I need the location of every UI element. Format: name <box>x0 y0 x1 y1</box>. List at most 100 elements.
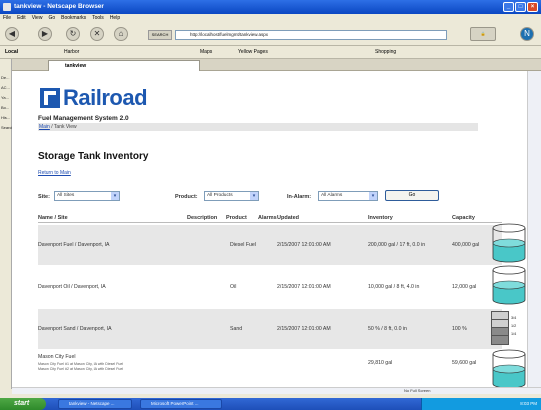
railroad-logo-icon <box>40 88 60 108</box>
alarm-select[interactable]: All Alarms ▾ <box>318 191 378 201</box>
taskbar-item-netscape[interactable]: tankview - Netscape ... <box>58 399 132 409</box>
row-product: Diesel Fuel <box>230 242 256 248</box>
tank-level-icon <box>492 349 526 389</box>
menu-view[interactable]: View <box>32 14 43 23</box>
row-inventory: 10,000 gal / 8 ft, 4.0 in <box>368 284 420 290</box>
toolbar-item-yellow-pages[interactable]: Yellow Pages <box>238 46 268 59</box>
clock: 8:03 PM <box>520 401 537 406</box>
security-center-icon[interactable]: 🔒 <box>470 27 496 41</box>
forward-button[interactable]: ▶ <box>38 27 52 41</box>
row-name[interactable]: Davenport Fuel / Davenport, IA <box>38 242 110 248</box>
sidebar-item-5[interactable]: His... <box>0 113 11 123</box>
menu-edit[interactable]: Edit <box>17 14 26 23</box>
close-button[interactable]: × <box>527 2 538 12</box>
tank-level-icon <box>492 223 526 263</box>
logo-text: Railroad <box>63 85 148 110</box>
alarm-label: In-Alarm: <box>287 194 312 200</box>
gauge-label: 3/4 <box>511 316 517 320</box>
row-product: Sand <box>230 326 243 332</box>
header-divider <box>38 222 502 223</box>
col-header-inventory[interactable]: Inventory <box>368 215 393 221</box>
row-inventory: 29,810 gal <box>368 360 393 366</box>
sidebar-item-3[interactable]: Ya... <box>0 93 11 103</box>
gauge-label: 1/4 <box>511 332 517 336</box>
sidebar-item-1[interactable]: De... <box>0 73 11 83</box>
personal-toolbar: Local Harbor Maps Yellow Pages Shopping <box>0 46 541 59</box>
menu-tools[interactable]: Tools <box>92 14 104 23</box>
breadcrumb-current: / Tank View <box>49 124 77 130</box>
system-tray: 8:03 PM <box>421 398 541 410</box>
title-bar: tankview - Netscape Browser _ □ × <box>0 0 541 14</box>
row-capacity: 400,000 gal <box>452 242 480 248</box>
sidebar: De... AC... Ya... Bo... His... Search <box>0 59 14 389</box>
status-text: No Full Screen <box>404 388 431 393</box>
toolbar-item-maps[interactable]: Maps <box>200 46 212 59</box>
sidebar-item-4[interactable]: Bo... <box>0 103 11 113</box>
row-updated: 2/15/2007 12:01:00 AM <box>277 326 331 332</box>
table-row[interactable]: Mason City Fuel Mason City Fuel #1 at Ma… <box>38 351 502 389</box>
col-header-updated[interactable]: Updated <box>277 215 299 221</box>
product-label: Product: <box>175 194 198 200</box>
product-select[interactable]: All Products ▾ <box>204 191 259 201</box>
home-button[interactable]: ⌂ <box>114 27 128 41</box>
row-name[interactable]: Mason City Fuel <box>38 354 75 360</box>
table-row[interactable]: Davenport Fuel / Davenport, IA Diesel Fu… <box>38 225 502 265</box>
sand-gauge-icon <box>491 311 509 345</box>
col-header-capacity[interactable]: Capacity <box>452 215 475 221</box>
menu-go[interactable]: Go <box>48 14 55 23</box>
netscape-app-icon <box>3 3 11 11</box>
back-button[interactable]: ◀ <box>5 27 19 41</box>
start-button[interactable]: start <box>0 398 46 410</box>
vertical-scrollbar[interactable] <box>527 71 541 389</box>
row-inventory: 50 % / 8 ft, 0.0 in <box>368 326 407 332</box>
tab-tankview[interactable]: tankview <box>48 60 200 71</box>
search-button[interactable]: SEARCH <box>148 30 172 40</box>
site-select[interactable]: All Sites ▾ <box>54 191 120 201</box>
site-label: Site: <box>38 194 50 200</box>
breadcrumb-main-link[interactable]: Main <box>39 124 50 130</box>
toolbar-item-harbor[interactable]: Harbor <box>64 46 79 59</box>
row-sub-site[interactable]: Mason City Fuel #2 at Mason City, IA wit… <box>38 367 123 371</box>
toolbar-item-shopping[interactable]: Shopping <box>375 46 396 59</box>
row-name[interactable]: Davenport Sand / Davenport, IA <box>38 326 112 332</box>
system-title: Fuel Management System 2.0 <box>38 115 129 122</box>
page-content: Railroad Fuel Management System 2.0 Main… <box>12 71 527 389</box>
row-capacity: 59,600 gal <box>452 360 477 366</box>
taskbar: start tankview - Netscape ... Microsoft … <box>0 398 541 410</box>
menu-file[interactable]: File <box>3 14 11 23</box>
gauge-label: 1/2 <box>511 324 517 328</box>
minimize-button[interactable]: _ <box>503 2 514 12</box>
row-name[interactable]: Davenport Oil / Davenport, IA <box>38 284 106 290</box>
maximize-button[interactable]: □ <box>515 2 526 12</box>
sidebar-item-search[interactable]: Search <box>0 123 14 133</box>
row-inventory: 200,000 gal / 17 ft, 0.0 in <box>368 242 426 248</box>
col-header-product[interactable]: Product <box>226 215 247 221</box>
taskbar-item-powerpoint[interactable]: Microsoft PowerPoint ... <box>140 399 222 409</box>
breadcrumb: Main / Tank View <box>38 123 478 131</box>
menu-help[interactable]: Help <box>110 14 120 23</box>
row-capacity: 12,000 gal <box>452 284 477 290</box>
row-sub-site[interactable]: Mason City Fuel #1 at Mason City, IA wit… <box>38 362 123 366</box>
go-button[interactable]: Go <box>385 190 439 201</box>
status-bar: No Full Screen <box>12 387 541 394</box>
table-row[interactable]: Davenport Sand / Davenport, IA Sand 2/15… <box>38 309 502 349</box>
row-updated: 2/15/2007 12:01:00 AM <box>277 284 331 290</box>
sidebar-item-2[interactable]: AC... <box>0 83 11 93</box>
return-to-main-link[interactable]: Return to Main <box>38 170 71 176</box>
reload-button[interactable]: ↻ <box>66 27 80 41</box>
chevron-down-icon: ▾ <box>250 192 258 200</box>
menu-bookmarks[interactable]: Bookmarks <box>61 14 86 23</box>
window-title: tankview - Netscape Browser <box>14 3 104 10</box>
url-input[interactable]: http://localhost/fuelmgmt/tankview.aspx <box>175 30 447 40</box>
netscape-logo-icon[interactable]: N <box>520 27 534 41</box>
row-capacity: 100 % <box>452 326 467 332</box>
col-header-description[interactable]: Description <box>187 215 217 221</box>
table-row[interactable]: Davenport Oil / Davenport, IA Oil 2/15/2… <box>38 267 502 307</box>
col-header-name[interactable]: Name / Site <box>38 215 68 221</box>
navigation-toolbar: ◀ ▶ ↻ ✕ ⌂ SEARCH http://localhost/fuelmg… <box>0 23 541 46</box>
col-header-alarms[interactable]: Alarms <box>258 215 277 221</box>
chevron-down-icon: ▾ <box>111 192 119 200</box>
stop-button[interactable]: ✕ <box>90 27 104 41</box>
tab-bar: tankview <box>12 59 541 71</box>
row-updated: 2/15/2007 12:01:00 AM <box>277 242 331 248</box>
